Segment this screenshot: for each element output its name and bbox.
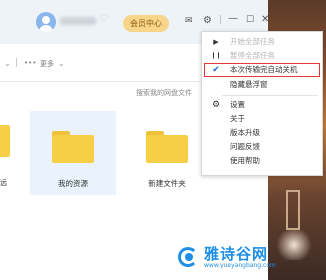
chevron-down-icon[interactable]: ⌄ xyxy=(4,59,11,68)
gear-icon: ⚙ xyxy=(211,100,221,110)
file-name: 新建文件夹 xyxy=(148,179,186,188)
play-icon: ▶ xyxy=(213,38,219,46)
heart-icon[interactable]: ♡ xyxy=(99,13,109,24)
watermark-logo-icon xyxy=(176,243,202,269)
menu-item-about[interactable]: 关于 xyxy=(202,112,322,126)
menu-item-auto-shutdown[interactable]: ✔ 本次传输完自动关机 xyxy=(204,63,320,77)
maximize-icon[interactable]: ☐ xyxy=(246,16,254,25)
folder-icon xyxy=(52,131,94,163)
menu-item-settings[interactable]: ⚙ 设置 xyxy=(202,98,322,112)
menu-item-help[interactable]: 使用帮助 xyxy=(202,154,322,168)
minimize-icon[interactable]: — xyxy=(228,14,238,24)
file-item-new-folder[interactable]: 新建文件夹 xyxy=(124,111,210,195)
mail-icon[interactable]: ✉ xyxy=(185,17,193,26)
more-button[interactable]: 更多 xyxy=(40,59,54,69)
gear-icon[interactable]: ⚙ xyxy=(203,16,212,26)
avatar[interactable] xyxy=(36,12,56,32)
site-watermark: 雅诗谷网 www.yueyangbang.com xyxy=(176,243,326,269)
menu-item-version-upgrade[interactable]: 版本升级 xyxy=(202,126,322,140)
search-input[interactable]: 搜索我的网盘文件 xyxy=(118,86,208,100)
close-icon[interactable]: ✕ xyxy=(261,15,269,25)
menu-item-start-all[interactable]: ▶ 开始全部任务 xyxy=(202,35,322,49)
pause-icon: ❙❙ xyxy=(210,52,222,59)
menu-item-hide-floating-window[interactable]: 隐藏悬浮窗 xyxy=(202,78,322,92)
menu-divider xyxy=(222,95,318,96)
toolbar-divider xyxy=(16,58,17,67)
username-blurred xyxy=(60,17,96,25)
watermark-url: www.yueyangbang.com xyxy=(204,262,276,269)
menu-item-pause-all[interactable]: ❙❙ 暂停全部任务 xyxy=(202,49,322,63)
folder-icon[interactable] xyxy=(0,125,10,157)
file-name: 我的资源 xyxy=(58,179,88,188)
file-name-partial: 远 xyxy=(0,179,7,187)
file-item-my-resources[interactable]: 我的资源 xyxy=(30,111,116,195)
vip-center-button[interactable]: 会员中心 xyxy=(123,15,169,32)
menu-item-feedback[interactable]: 问题反馈 xyxy=(202,140,322,154)
more-dots-icon[interactable]: ••• xyxy=(24,59,36,67)
chevron-down-icon[interactable]: ⌄ xyxy=(58,59,65,68)
checkmark-icon: ✔ xyxy=(212,65,220,75)
settings-dropdown-menu: ▶ 开始全部任务 ❙❙ 暂停全部任务 ✔ 本次传输完自动关机 隐藏悬浮窗 ⚙ 设… xyxy=(201,31,323,176)
separator: | xyxy=(219,15,223,25)
folder-icon xyxy=(146,131,188,163)
watermark-title: 雅诗谷网 xyxy=(204,245,269,263)
